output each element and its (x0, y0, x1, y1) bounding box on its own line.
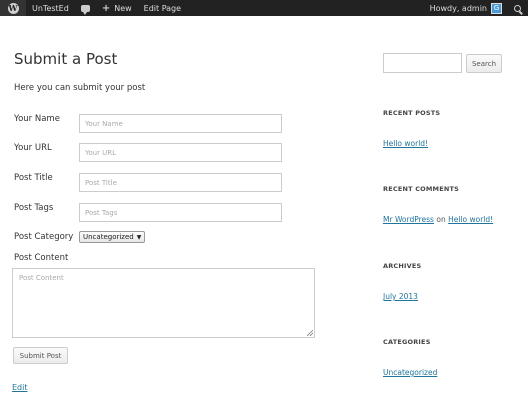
avatar: G (491, 2, 502, 14)
post-category-select[interactable]: Uncategorized ▼ (79, 231, 146, 243)
dropdown-arrow-icon: ▼ (136, 233, 142, 241)
admin-bar: W UnTestEd + New Edit Page Howdy, admin … (0, 0, 528, 16)
post-category-label: Post Category (14, 232, 74, 242)
intro-text: Here you can submit your post (14, 83, 146, 93)
resize-handle-icon[interactable] (307, 330, 313, 336)
edit-page-label: Edit Page (143, 3, 182, 13)
comment-post-link[interactable]: Hello world! (448, 215, 493, 224)
post-content-placeholder: Post Content (19, 274, 64, 282)
comment-on-text: on (436, 215, 446, 224)
site-name: UnTestEd (32, 3, 69, 13)
post-tags-label: Post Tags (14, 203, 54, 213)
sidebar-search-button[interactable]: Search (466, 54, 502, 73)
comment-bubble-icon (80, 4, 90, 15)
plus-icon: + (101, 2, 111, 14)
post-title-label: Post Title (14, 173, 53, 183)
page-title: Submit a Post (14, 50, 118, 68)
recent-comment-item: Mr WordPress on Hello world! (383, 215, 493, 224)
new-content-menu[interactable]: + New (96, 0, 138, 16)
recent-comments-title: RECENT COMMENTS (383, 185, 460, 193)
site-name-link[interactable]: UnTestEd (26, 0, 75, 16)
account-menu[interactable]: Howdy, admin G (424, 0, 506, 16)
url-input[interactable]: Your URL (79, 143, 282, 162)
howdy-text: Howdy, admin (429, 3, 487, 13)
recent-posts-title: RECENT POSTS (383, 109, 441, 117)
edit-link[interactable]: Edit (12, 383, 28, 392)
search-icon (513, 4, 521, 12)
post-title-input[interactable]: Post Title (79, 173, 282, 192)
comment-author-link[interactable]: Mr WordPress (383, 215, 434, 224)
post-category-value: Uncategorized (83, 233, 134, 241)
new-label: New (114, 3, 132, 13)
sidebar-search-input[interactable] (383, 53, 462, 73)
comments-link[interactable] (75, 0, 96, 16)
category-link[interactable]: Uncategorized (383, 368, 437, 377)
admin-search-button[interactable] (506, 0, 528, 16)
recent-post-link[interactable]: Hello world! (383, 139, 428, 148)
post-content-textarea[interactable]: Post Content (12, 268, 315, 338)
categories-title: CATEGORIES (383, 338, 431, 346)
name-input[interactable]: Your Name (79, 114, 282, 133)
submit-post-button[interactable]: Submit Post (13, 347, 68, 364)
archive-link[interactable]: July 2013 (383, 292, 418, 301)
wordpress-menu[interactable]: W (0, 0, 26, 16)
url-label: Your URL (14, 143, 52, 153)
edit-page-link[interactable]: Edit Page (138, 0, 187, 16)
wordpress-logo-icon: W (7, 2, 19, 14)
name-label: Your Name (14, 114, 60, 124)
post-content-label: Post Content (14, 253, 69, 263)
post-tags-input[interactable]: Post Tags (79, 203, 282, 222)
archives-title: ARCHIVES (383, 262, 422, 270)
